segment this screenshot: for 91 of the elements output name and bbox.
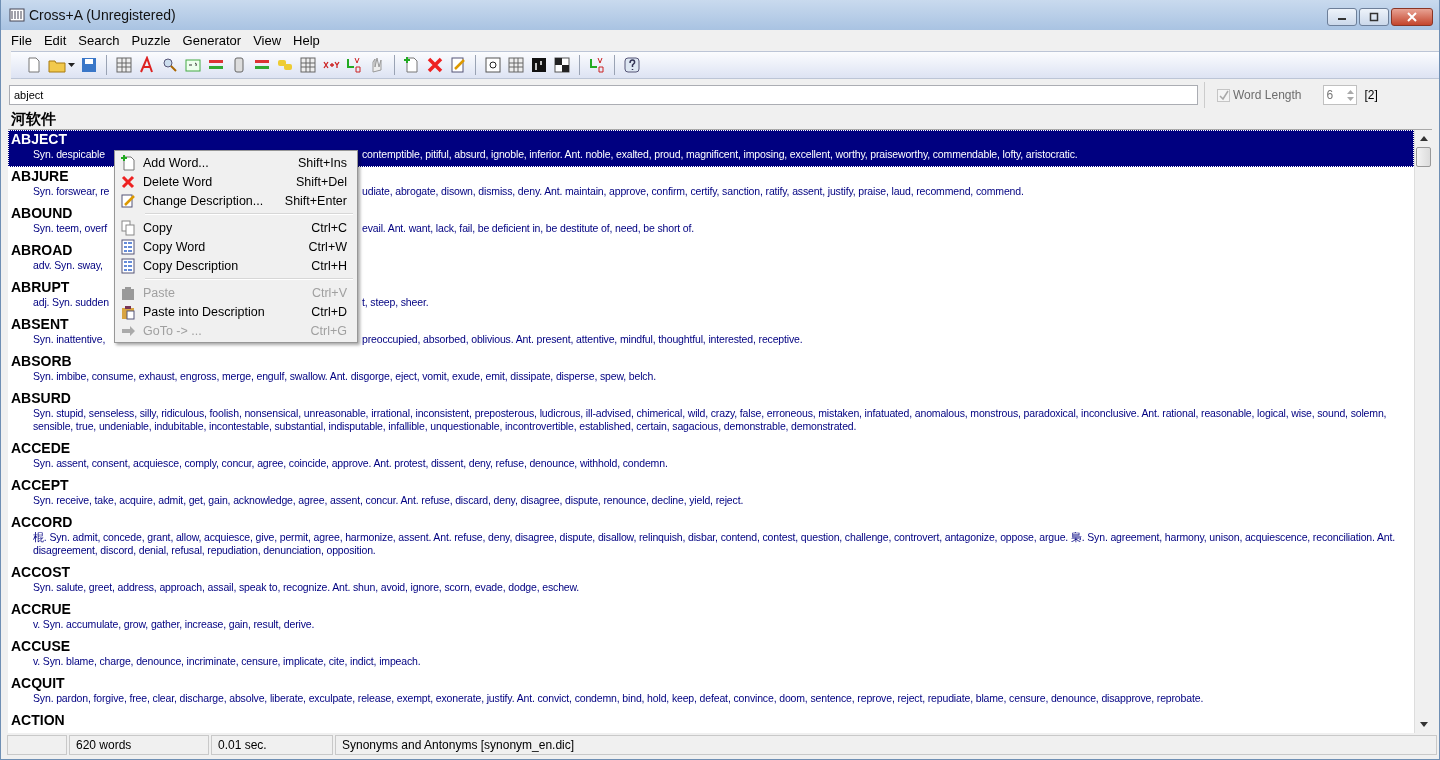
entry-word[interactable]: ABSORB xyxy=(11,353,72,370)
number-grid-icon[interactable] xyxy=(484,56,502,74)
entry-description: Syn. forswear, re xyxy=(33,185,109,198)
edit-icon[interactable] xyxy=(449,56,467,74)
close-button[interactable] xyxy=(1391,8,1433,26)
maximize-icon xyxy=(1369,12,1379,22)
entry-description: t, steep, sheer. xyxy=(362,296,429,309)
menu-item[interactable]: Generator xyxy=(176,31,248,49)
entry-description: 棍. Syn. admit, concede, grant, allow, acquiesce, give, permit, agree, harmonize, assent. Ant. refuse, deny, disagree, dispute, disallow, relinquish, disbar, contend, contest, question, challenge, controvert, antagonize, oppose, argue. 梟. Syn. agreement, harmony, unison, acquiescence, reconciliation. Ant. disagreement, discord, denial, refusal, repudiation, denunciation, opposition. xyxy=(33,531,1397,557)
context-menu-item[interactable]: Copy Description Ctrl+H xyxy=(117,256,355,275)
entry-description: Syn. receive, take, acquire, admit, get, gain, acknowledge, agree, assent, concur. Ant. refuse, discard, deny, disagree, dispute, renounce, decline, yield, reject. xyxy=(33,494,744,507)
add-page-icon[interactable] xyxy=(403,56,421,74)
menu-item[interactable]: File xyxy=(5,31,38,49)
list-icon xyxy=(120,257,136,274)
app-icon xyxy=(9,7,25,23)
context-menu-item[interactable]: Change Description... Shift+Enter xyxy=(117,191,355,210)
status-text: 0.01 sec. xyxy=(211,735,333,755)
entry-word[interactable]: ABJECT xyxy=(11,131,67,148)
word-length-label: Word Length xyxy=(1233,88,1302,102)
status-text: Synonyms and Antonyms [synonym_en.dic] xyxy=(335,735,1437,755)
entry-word[interactable]: ABROAD xyxy=(11,242,73,259)
entry-word[interactable]: ACCRUE xyxy=(11,601,71,618)
number-tile-icon[interactable] xyxy=(530,56,548,74)
status-text: 620 words xyxy=(69,735,209,755)
entry-word[interactable]: ABSURD xyxy=(11,390,71,407)
list-icon xyxy=(120,238,136,255)
maximize-button[interactable] xyxy=(1359,8,1389,26)
clipboard-icon xyxy=(120,303,136,320)
context-menu-item[interactable]: Add Word... Shift+Ins xyxy=(117,153,355,172)
minimize-button[interactable] xyxy=(1327,8,1357,26)
entry-word[interactable]: ABSENT xyxy=(11,316,69,333)
entry-word[interactable]: ACCEDE xyxy=(11,440,71,457)
entry-word[interactable]: ACQUIT xyxy=(11,675,65,692)
scroll-up-icon[interactable] xyxy=(1419,136,1428,141)
letter-icon[interactable] xyxy=(138,56,156,74)
magnifier-icon[interactable] xyxy=(161,56,179,74)
checker-icon[interactable] xyxy=(553,56,571,74)
grid-icon[interactable] xyxy=(507,56,525,74)
entry-description: evail. Ant. want, lack, fail, be deficient in, be destitute of, need, be short of. xyxy=(362,222,695,235)
context-menu-item[interactable]: Paste into Description Ctrl+D xyxy=(117,302,355,321)
close-icon xyxy=(1406,12,1418,22)
entry-description: adj. Syn. sudden xyxy=(33,296,109,309)
context-menu-item[interactable]: Copy Word Ctrl+W xyxy=(117,237,355,256)
grid-icon[interactable] xyxy=(299,56,317,74)
entry-description: Syn. pardon, forgive, free, clear, discharge, absolve, liberate, exculpate, release, exempt, exonerate, justify. Ant. convict, condemn, bind, hold, keep, defeat, convince, doom, sentence, reprove, reject, repudiate, blame, censure, denounce, disapprove, reprobate. xyxy=(33,692,1204,705)
entry-word[interactable]: ACCOST xyxy=(11,564,71,581)
new-file-icon[interactable] xyxy=(25,56,43,74)
entry-word[interactable]: ACCEPT xyxy=(11,477,69,494)
entry-description: Syn. assent, consent, acquiesce, comply, concur, agree, coincide, approve. Ant. protest, dissent, deny, refuse, denounce, withhold, condemn. xyxy=(33,457,668,470)
delete-icon xyxy=(120,173,136,190)
entry-description: Syn. inattentive, xyxy=(33,333,107,346)
entry-description: v. Syn. accumulate, grow, gather, increase, gain, result, derive. xyxy=(33,618,315,631)
scroll-down-icon[interactable] xyxy=(1419,722,1428,727)
copy-icon xyxy=(120,219,136,236)
window-title: Cross+A (Unregistered) xyxy=(29,7,176,23)
save-icon[interactable] xyxy=(80,56,98,74)
help-icon[interactable] xyxy=(623,56,641,74)
entry-description: Syn. stupid, senseless, silly, ridiculous, foolish, nonsensical, unreasonable, irrational, inconsistent, preposterous, ludicrous, ill-advised, chimerical, wild, crazy, false, erroneous, mistaken, infatuated, anomalous, monstrous, paradoxical, inconclusive. Ant. rational, reasonable, logical, wise, sound, solemn, sensible, true, undeniable, indubitable, incontestable, substantial, indisputable, infallible, unquestionable, incontrovertible, established, certain, sagacious, demonstrable, demonstrated. xyxy=(33,407,1388,433)
entry-description: preoccupied, absorbed, oblivious. Ant. present, attentive, mindful, thoughtful, interested, receptive. xyxy=(362,333,803,346)
clipboard-icon xyxy=(120,284,136,301)
vertical-scrollbar[interactable] xyxy=(1414,130,1432,733)
entry-word[interactable]: ACTION xyxy=(11,712,65,729)
entry-description: contemptible, pitiful, absurd, ignoble, inferior. Ant. noble, exalted, proud, magnificent, imposing, excellent, worthy, praiseworthy, commendable, lofty, aristocratic. xyxy=(362,148,1078,161)
edit-icon xyxy=(120,192,136,209)
scroll-thumb[interactable] xyxy=(1416,147,1431,167)
entry-word[interactable]: ABJURE xyxy=(11,168,69,185)
menu-item[interactable]: View xyxy=(247,31,288,49)
menu-item[interactable]: Search xyxy=(72,31,126,49)
entry-word[interactable]: ABOUND xyxy=(11,205,73,222)
delete-icon[interactable] xyxy=(426,56,444,74)
entry-description: Syn. imbibe, consume, exhaust, engross, merge, engulf, swallow. Ant. disgorge, eject, vomit, exude, emit, dissipate, disperse, spew, belch. xyxy=(33,370,656,383)
entry-description: adv. Syn. sway, xyxy=(33,259,104,272)
menu-item[interactable]: Puzzle xyxy=(125,31,177,49)
entry-description: udiate, abrogate, disown, dismiss, deny. Ant. maintain, approve, confirm, certify, sanction, ratify, assent, justify, praise, laud, recommend, commend. xyxy=(362,185,1024,198)
entry-word[interactable]: ACCUSE xyxy=(11,638,71,655)
entry-description: Syn. despicable xyxy=(33,148,106,161)
grid-icon[interactable] xyxy=(115,56,133,74)
search-field[interactable]: abject xyxy=(9,85,1198,105)
context-menu-item[interactable]: Delete Word Shift+Del xyxy=(117,172,355,191)
entry-description: v. Syn. blame, charge, denounce, incriminate, censure, implicate, cite, indict, impeach. xyxy=(33,655,421,668)
entry-word[interactable]: ACCORD xyxy=(11,514,73,531)
entry-description: Syn. salute, greet, address, approach, assail, speak to, recognize. Ant. shun, avoid, ignore, scorn, evade, dodge, eschew. xyxy=(33,581,580,594)
menu-item[interactable]: Help xyxy=(287,31,326,49)
status-panel xyxy=(7,735,67,755)
entry-word[interactable]: ABRUPT xyxy=(11,279,70,296)
entry-description: Syn. teem, overf xyxy=(33,222,109,235)
match-count: [2] xyxy=(1364,88,1378,102)
context-menu-item[interactable]: Copy Ctrl+C xyxy=(117,218,355,237)
caret-icon[interactable] xyxy=(68,63,75,67)
menu-item[interactable]: Edit xyxy=(37,31,73,49)
add-page-icon xyxy=(120,154,136,171)
